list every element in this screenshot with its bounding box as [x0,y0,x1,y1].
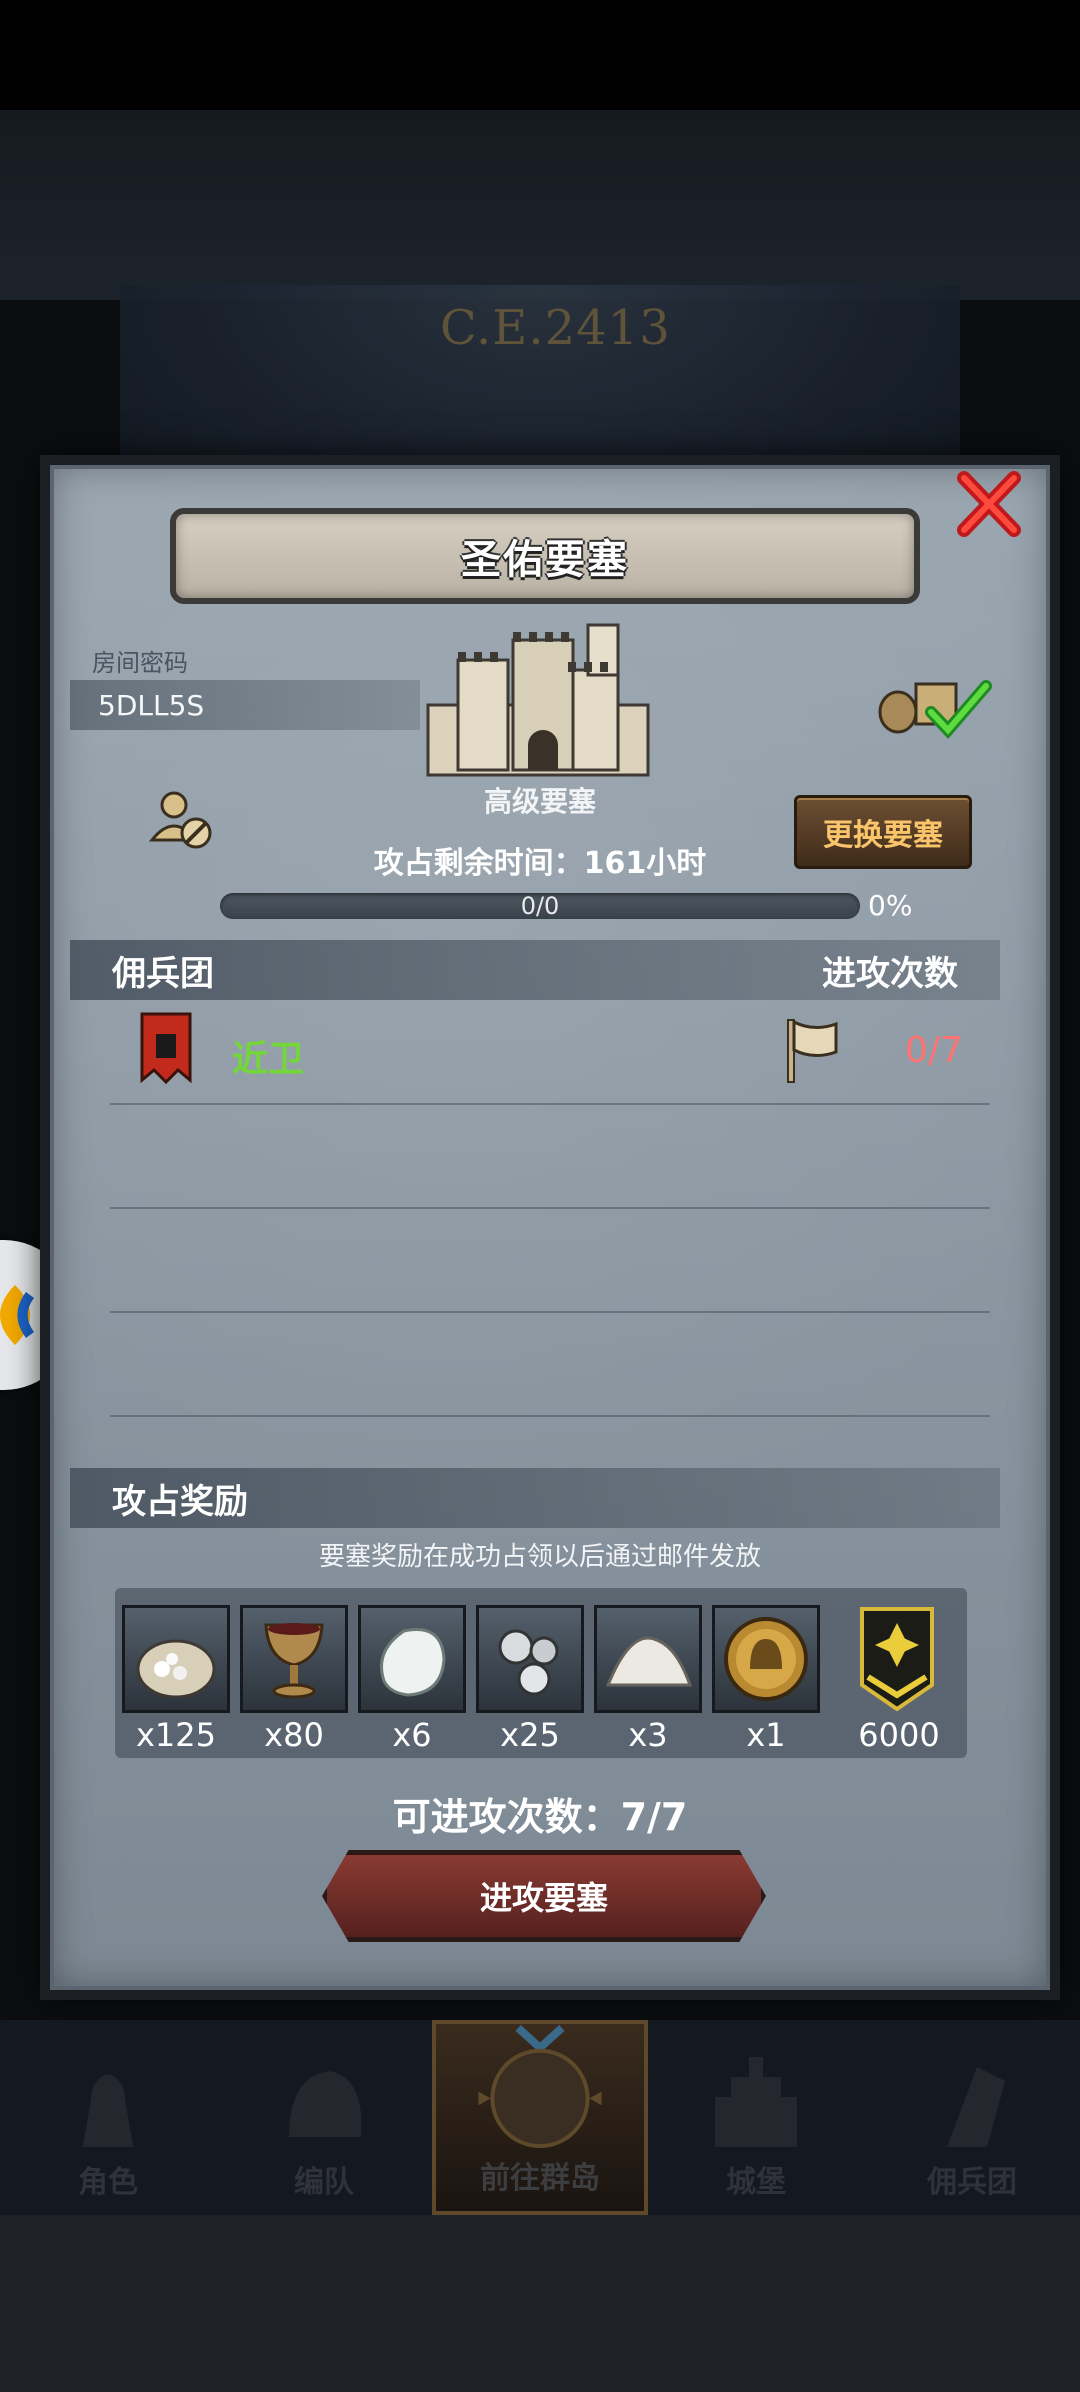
reward-helmet-coin[interactable] [712,1605,820,1713]
guild-name[interactable]: 近卫 [232,1030,304,1082]
top-background [0,0,1080,300]
salt-pile-icon [605,1636,693,1687]
reward-qty: 6000 [858,1716,940,1754]
reward-salt-pile[interactable] [594,1605,702,1713]
guild-section-header: 佣兵团 进攻次数 [70,940,1000,1000]
close-icon [957,471,1021,537]
castle-icon [715,2057,797,2147]
supply-check-icon [878,680,992,739]
guild-attack-count: 0/7 [905,1030,963,1071]
nav-islands[interactable]: 前往群岛 [432,2020,648,2215]
row-divider [110,1103,990,1105]
nav-mercenary-guild[interactable]: 佣兵团 [864,2020,1080,2215]
attack-fortress-button[interactable]: 进攻要塞 [322,1850,766,1942]
white-stone-icon [380,1628,446,1697]
person-blocked-icon [148,791,212,849]
guild-banner-icon [140,1012,192,1086]
dialog-title: 圣佑要塞 [170,508,920,604]
remaining-attacks: 可进攻次数：7/7 [392,1795,688,1839]
room-code-label: 房间密码 [92,649,188,677]
war-banner-icon [947,2067,1005,2147]
reward-rank-badge[interactable] [848,1605,946,1713]
progress-text: 0/0 [520,892,560,920]
nav-character[interactable]: 角色 [0,2020,216,2215]
supply-claimed-indicator[interactable] [876,672,996,742]
reward-goblet[interactable] [240,1605,348,1713]
no-visitor-toggle[interactable] [146,785,216,855]
nav-label: 角色 [78,2165,138,2200]
fortress-level: 高级要塞 [483,785,596,818]
nav-formation[interactable]: 编队 [216,2020,432,2215]
knight-icon [83,2074,133,2147]
goblet-icon [264,1623,324,1699]
rewards-section-title: 攻占奖励 [112,1481,248,1522]
row-divider [110,1415,990,1417]
rewards-note: 要塞奖励在成功占领以后通过邮件发放 [318,1542,761,1572]
nav-label: 佣兵团 [927,2165,1017,2200]
reward-white-stone[interactable] [358,1605,466,1713]
guild-section-title: 佣兵团 [112,953,214,994]
helmet-icon [289,2071,362,2137]
system-bottom-area [0,2215,1080,2392]
reward-qty: x25 [500,1716,560,1754]
rank-badge-icon [860,1607,934,1712]
close-button[interactable] [952,468,1026,542]
change-fortress-button[interactable]: 更换要塞 [794,795,972,869]
nav-label: 城堡 [726,2165,786,2200]
progress-percent: 0% [868,889,913,922]
room-code: 5DLL5S [70,680,420,730]
island-icon [478,2025,602,2149]
reward-ore-sack[interactable] [122,1605,230,1713]
reward-qty: x125 [135,1716,216,1754]
attack-flag-icon [784,1016,840,1086]
rewards-section-header: 攻占奖励 [70,1468,1000,1528]
fortress-image [418,610,658,785]
ore-sack-icon [136,1639,216,1699]
reward-qty: x3 [628,1716,668,1754]
nav-label: 编队 [294,2165,354,2200]
nav-label: 前往群岛 [480,2161,600,2196]
year-label: C.E.2413 [440,300,671,356]
reward-silver-pearls[interactable] [476,1605,584,1713]
reward-qty: x1 [746,1716,786,1754]
reward-qty: x80 [264,1716,324,1754]
attack-count-header: 进攻次数 [822,953,958,994]
time-left: 攻占剩余时间：161小时 [373,846,707,881]
nav-castle[interactable]: 城堡 [648,2020,864,2215]
reward-qty: x6 [392,1716,432,1754]
row-divider [110,1207,990,1209]
row-divider [110,1311,990,1313]
helmet-coin-icon [724,1617,808,1701]
silver-pearls-icon [498,1629,559,1696]
